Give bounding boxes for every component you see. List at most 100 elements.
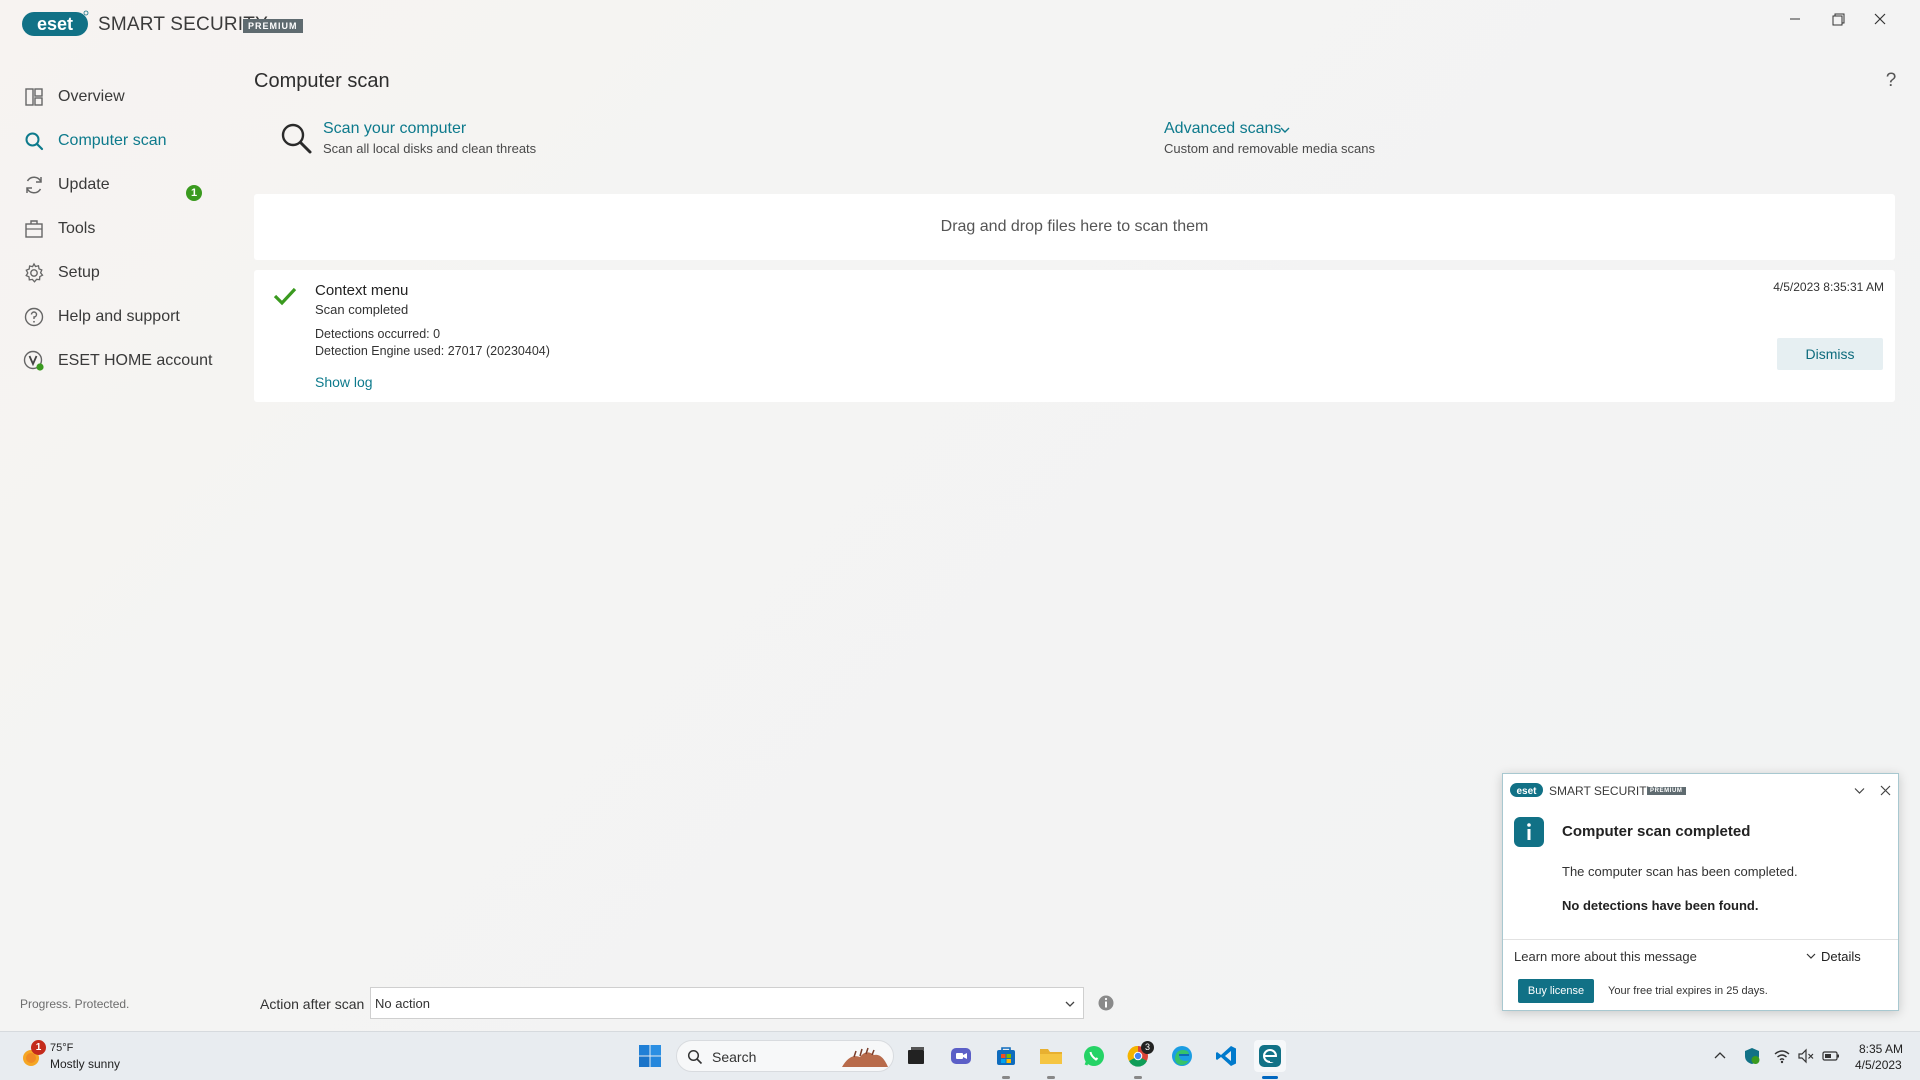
close-button[interactable] — [1860, 6, 1900, 32]
file-explorer-button[interactable] — [1035, 1040, 1067, 1072]
battery-icon[interactable] — [1822, 1047, 1840, 1065]
sidebar-item-computer-scan[interactable]: Computer scan — [22, 126, 232, 156]
close-icon — [1874, 13, 1886, 25]
weather-temperature: 75°F — [50, 1042, 74, 1054]
clock-date[interactable]: 4/5/2023 — [1855, 1058, 1902, 1072]
advanced-scans-button[interactable]: Advanced scans Custom and removable medi… — [1164, 120, 1424, 160]
weather-description: Mostly sunny — [50, 1057, 121, 1071]
vscode-button[interactable] — [1210, 1040, 1242, 1072]
drag-drop-zone[interactable]: Drag and drop files here to scan them — [254, 194, 1895, 260]
drag-drop-text: Drag and drop files here to scan them — [940, 218, 1209, 235]
task-view-icon — [908, 1047, 924, 1064]
advanced-scans-title: Advanced scans — [1164, 120, 1282, 137]
taskbar-search[interactable]: Search — [676, 1040, 894, 1072]
tagline: Progress. Protected. — [20, 997, 130, 1011]
title-bar: eset SMART SECURITY PREMIUM — [0, 0, 1920, 46]
sidebar-item-update[interactable]: Update — [22, 170, 232, 200]
result-engine: Detection Engine used: 27017 (20230404) — [315, 344, 550, 358]
sidebar-item-label: Update — [58, 176, 110, 193]
sidebar-item-label: ESET HOME account — [58, 352, 213, 369]
trial-notice: Your free trial expires in 25 days. — [1608, 985, 1768, 997]
chevron-down-icon[interactable] — [1853, 784, 1866, 797]
toast-detail: No detections have been found. — [1562, 898, 1759, 913]
show-log-link[interactable]: Show log — [315, 374, 373, 390]
microsoft-store-button[interactable] — [990, 1040, 1022, 1072]
whatsapp-button[interactable] — [1078, 1040, 1110, 1072]
clock-time[interactable]: 8:35 AM — [1859, 1042, 1903, 1056]
folder-icon — [1040, 1049, 1062, 1064]
taskbar-search-placeholder: Search — [712, 1049, 757, 1065]
details-button[interactable]: Details — [1821, 949, 1861, 964]
windows-icon — [639, 1045, 661, 1067]
minimize-button[interactable] — [1775, 6, 1815, 32]
dismiss-button[interactable]: Dismiss — [1777, 338, 1883, 370]
speaker-muted-icon[interactable] — [1797, 1047, 1815, 1065]
sidebar-item-help-and-support[interactable]: Help and support — [22, 302, 232, 332]
briefcase-icon — [25, 220, 43, 238]
help-button[interactable]: ? — [1880, 70, 1902, 92]
magnifier-icon — [281, 123, 312, 154]
sidebar-item-overview[interactable]: Overview — [22, 82, 232, 112]
result-status: Scan completed — [315, 302, 409, 317]
running-indicator — [1047, 1076, 1055, 1079]
help-icon — [24, 307, 44, 327]
brand-badge: PREMIUM — [243, 19, 303, 33]
checkmark-icon — [273, 287, 297, 306]
buy-license-button[interactable]: Buy license — [1518, 979, 1594, 1003]
sidebar-item-label: Tools — [58, 220, 96, 237]
scan-result-card: Context menu Scan completed Detections o… — [254, 270, 1895, 402]
eset-logo: eset — [22, 10, 89, 36]
wifi-icon[interactable] — [1773, 1047, 1791, 1065]
running-indicator — [1002, 1076, 1010, 1079]
scan-your-computer-button[interactable]: Scan your computer Scan all local disks … — [280, 120, 600, 160]
eset-app-icon — [1259, 1045, 1281, 1067]
result-title: Context menu — [315, 282, 409, 299]
toast-divider — [1503, 939, 1898, 940]
search-icon — [687, 1049, 703, 1065]
action-after-scan-value: No action — [375, 996, 430, 1011]
gear-icon — [25, 262, 44, 283]
scan-your-computer-subtitle: Scan all local disks and clean threats — [323, 141, 537, 156]
task-view-button[interactable] — [900, 1040, 932, 1072]
sidebar-item-eset-home-account[interactable]: ESET HOME account — [22, 346, 232, 376]
store-icon — [997, 1047, 1015, 1065]
taskbar: 1 75°F Mostly sunny Search 3 8:35 AM 4/5… — [0, 1031, 1920, 1080]
result-detections: Detections occurred: 0 — [315, 327, 441, 341]
edge-icon — [1172, 1046, 1192, 1066]
chrome-badge: 3 — [1141, 1041, 1154, 1054]
toast-header: eset SMART SECURITY PREMIUM — [1503, 774, 1898, 806]
edge-button[interactable] — [1166, 1040, 1198, 1072]
sidebar-item-label: Computer scan — [58, 132, 167, 149]
security-shield-icon[interactable] — [1743, 1047, 1761, 1065]
chevron-down-icon — [1065, 1001, 1075, 1007]
refresh-icon — [26, 176, 42, 194]
logo-text: eset — [37, 14, 73, 34]
restore-button[interactable] — [1818, 6, 1858, 32]
learn-more-link[interactable]: Learn more about this message — [1514, 949, 1697, 964]
restore-icon — [1832, 13, 1845, 26]
advanced-scans-subtitle: Custom and removable media scans — [1164, 141, 1375, 156]
search-icon — [25, 132, 44, 151]
action-after-scan-label: Action after scan — [260, 996, 365, 1012]
account-icon — [23, 350, 44, 371]
chat-icon — [951, 1048, 971, 1064]
eset-logo: eset — [1510, 783, 1543, 797]
action-after-scan-select[interactable]: No action — [370, 987, 1084, 1019]
eset-taskbar-button[interactable] — [1254, 1040, 1286, 1072]
whatsapp-icon — [1084, 1046, 1104, 1066]
sidebar-item-setup[interactable]: Setup — [22, 258, 232, 288]
chevron-up-icon[interactable] — [1711, 1047, 1729, 1065]
running-indicator — [1134, 1076, 1142, 1079]
start-button[interactable] — [634, 1040, 666, 1072]
sidebar-item-tools[interactable]: Tools — [22, 214, 232, 244]
sidebar-item-label: Help and support — [58, 308, 180, 325]
overview-icon — [25, 88, 43, 106]
teams-chat-button[interactable] — [945, 1040, 977, 1072]
info-icon[interactable] — [1097, 994, 1115, 1012]
close-icon[interactable] — [1879, 784, 1892, 797]
toast-title: Computer scan completed — [1562, 823, 1751, 840]
search-highlight-image — [842, 1047, 888, 1067]
weather-badge: 1 — [31, 1040, 46, 1055]
logo-text: eset — [1516, 786, 1537, 797]
result-timestamp: 4/5/2023 8:35:31 AM — [1773, 280, 1884, 294]
